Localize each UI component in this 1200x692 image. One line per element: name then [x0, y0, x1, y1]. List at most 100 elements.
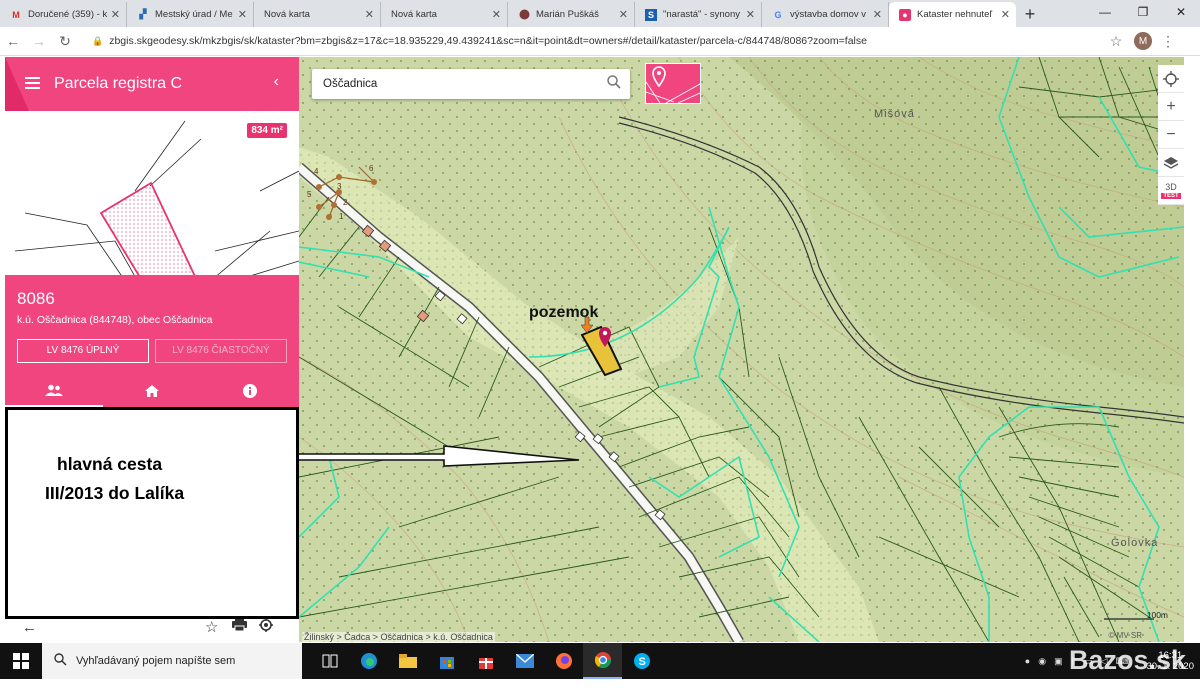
copyright-label: © MV SR: [1108, 631, 1142, 640]
locate-icon[interactable]: [259, 617, 274, 637]
area-badge: 834 m²: [247, 123, 287, 138]
tab-title: Marián Puškáš: [536, 9, 599, 20]
place-label-golovka: Golovka: [1111, 537, 1158, 549]
taskbar: Vyhľadávaný pojem napíšte sem S ● ◉ ▣ ᛒ …: [0, 643, 1200, 679]
window-close-icon[interactable]: ✕: [1162, 0, 1200, 27]
watermark: Bazos.sk: [1068, 645, 1186, 675]
tab-strip: M Doručené (359) - k ✕ ▞ Mestský úrad / …: [0, 0, 1200, 27]
parcel-mark-label: 4: [314, 167, 319, 176]
taskbar-search[interactable]: Vyhľadávaný pojem napíšte sem: [42, 643, 302, 679]
restore-icon[interactable]: ❐: [1124, 0, 1162, 27]
gift-icon[interactable]: [466, 643, 505, 679]
taskbar-search-input[interactable]: Vyhľadávaný pojem napíšte sem: [76, 655, 235, 667]
close-icon[interactable]: ✕: [238, 8, 247, 21]
annotation-line-1: hlavná cesta: [57, 454, 163, 474]
parcel-info: 8086 k.ú. Oščadnica (844748), obec Oščad…: [5, 275, 299, 410]
3d-toggle-button[interactable]: 3D TEST: [1158, 177, 1184, 205]
favorite-star-icon[interactable]: ☆: [205, 618, 218, 636]
tab-kataster[interactable]: ● Kataster nehnuteľ ✕: [889, 2, 1016, 27]
parcel-subtitle: k.ú. Oščadnica (844748), obec Oščadnica: [17, 314, 213, 326]
store-icon[interactable]: [427, 643, 466, 679]
close-icon[interactable]: ✕: [111, 8, 120, 21]
audio-icon[interactable]: ◉: [1038, 656, 1046, 667]
close-icon[interactable]: ✕: [1001, 8, 1010, 21]
tab-mestsky-urad[interactable]: ▞ Mestský úrad / Me ✕: [127, 2, 254, 27]
owners-icon[interactable]: [5, 375, 103, 407]
panel-header: Parcela registra C ‹: [5, 57, 299, 111]
lv-full-button[interactable]: LV 8476 ÚPLNÝ: [17, 339, 149, 363]
tab-marian-puskas[interactable]: Marián Puškáš ✕: [508, 2, 635, 27]
mic-icon[interactable]: ●: [1025, 656, 1030, 666]
close-icon[interactable]: ✕: [873, 8, 882, 21]
search-box[interactable]: Oščadnica: [312, 69, 630, 99]
scale-label: 100m: [1146, 610, 1168, 620]
annotation-box: hlavná cesta III/2013 do Lalíka: [5, 407, 299, 619]
task-view-icon[interactable]: [310, 643, 349, 679]
forward-icon[interactable]: →: [26, 33, 52, 49]
breadcrumb: Žilinský > Čadca > Oščadnica > k.ú. Ošča…: [302, 632, 495, 642]
profile-avatar[interactable]: M: [1134, 32, 1152, 50]
lock-icon: 🔒: [92, 35, 104, 46]
close-icon[interactable]: ✕: [619, 8, 628, 21]
layers-icon[interactable]: [1158, 149, 1184, 177]
annotation-line-2: III/2013 do Lalíka: [45, 483, 185, 503]
zoom-out-icon[interactable]: −: [1158, 121, 1184, 149]
parcel-mark-label: 2: [343, 198, 348, 207]
mail-icon[interactable]: [505, 643, 544, 679]
collapse-icon[interactable]: ‹: [274, 73, 279, 91]
chrome-icon[interactable]: [583, 643, 622, 679]
back-icon[interactable]: ←: [0, 33, 26, 49]
cadastral-map[interactable]: 4 6 5 3 2 1 pozemok Mišová Golovka Oščad…: [299, 57, 1184, 642]
parcel-mark-label: 5: [307, 190, 312, 199]
map-canvas[interactable]: 4 6 5 3 2 1 pozemok Mišová Golovka: [299, 57, 1184, 642]
search-icon: [54, 653, 67, 669]
place-label-misova: Mišová: [874, 108, 915, 120]
taskbar-apps: S: [310, 643, 661, 679]
info-icon[interactable]: [201, 375, 299, 407]
reload-icon[interactable]: ↻: [52, 33, 78, 50]
panel-title: Parcela registra C: [54, 75, 183, 92]
menu-icon[interactable]: ⋮: [1158, 33, 1178, 50]
search-input[interactable]: Oščadnica: [323, 78, 377, 90]
windows-start-icon[interactable]: [0, 653, 42, 669]
google-icon: G: [774, 9, 782, 20]
window-controls: — ❐ ✕: [1086, 0, 1200, 27]
tab-synonyma[interactable]: S "narastá" - synony ✕: [635, 2, 762, 27]
gmail-icon: M: [12, 9, 20, 20]
tab-nova-karta-1[interactable]: Nová karta ✕: [254, 2, 381, 27]
home-icon[interactable]: [103, 375, 201, 407]
minimize-icon[interactable]: —: [1086, 0, 1124, 27]
map-controls: + − 3D TEST: [1158, 65, 1184, 205]
geolocate-icon[interactable]: [1158, 65, 1184, 93]
tab-title: Kataster nehnuteľ: [917, 9, 993, 20]
skype-icon[interactable]: S: [622, 643, 661, 679]
tab-google-search[interactable]: G výstavba domov v ✕: [762, 2, 889, 27]
bottom-margin: [0, 679, 1200, 692]
kataster-icon: ●: [899, 8, 911, 21]
close-icon[interactable]: ✕: [365, 8, 374, 21]
bookmark-star-icon[interactable]: ☆: [1104, 33, 1128, 50]
print-icon[interactable]: [232, 618, 248, 636]
hamburger-icon[interactable]: [25, 77, 40, 92]
tab-nova-karta-2[interactable]: Nová karta ✕: [381, 2, 508, 27]
tab-title: výstavba domov v: [790, 9, 867, 20]
close-icon[interactable]: ✕: [746, 8, 755, 21]
meet-icon[interactable]: ▣: [1054, 656, 1063, 667]
address-bar: ← → ↻ 🔒 zbgis.skgeodesy.sk/mkzbgis/sk/ka…: [0, 27, 1200, 56]
file-explorer-icon[interactable]: [388, 643, 427, 679]
firefox-icon[interactable]: [544, 643, 583, 679]
new-tab-button[interactable]: +: [1016, 2, 1044, 27]
close-icon[interactable]: ✕: [492, 8, 501, 21]
url-field[interactable]: 🔒 zbgis.skgeodesy.sk/mkzbgis/sk/kataster…: [84, 30, 1104, 52]
lv-partial-button[interactable]: LV 8476 ČIASTOČNÝ: [155, 339, 287, 363]
zoom-in-icon[interactable]: +: [1158, 93, 1184, 121]
profile-icon: [518, 9, 530, 21]
tab-gmail[interactable]: M Doručené (359) - k ✕: [0, 2, 127, 27]
pozemok-label: pozemok: [529, 304, 598, 321]
search-icon[interactable]: [607, 75, 621, 92]
screen: M Doručené (359) - k ✕ ▞ Mestský úrad / …: [0, 0, 1200, 692]
parcel-locator-button[interactable]: [645, 63, 701, 104]
back-arrow-icon[interactable]: ←: [22, 619, 37, 636]
3d-label: 3D: [1165, 182, 1177, 192]
edge-icon[interactable]: [349, 643, 388, 679]
